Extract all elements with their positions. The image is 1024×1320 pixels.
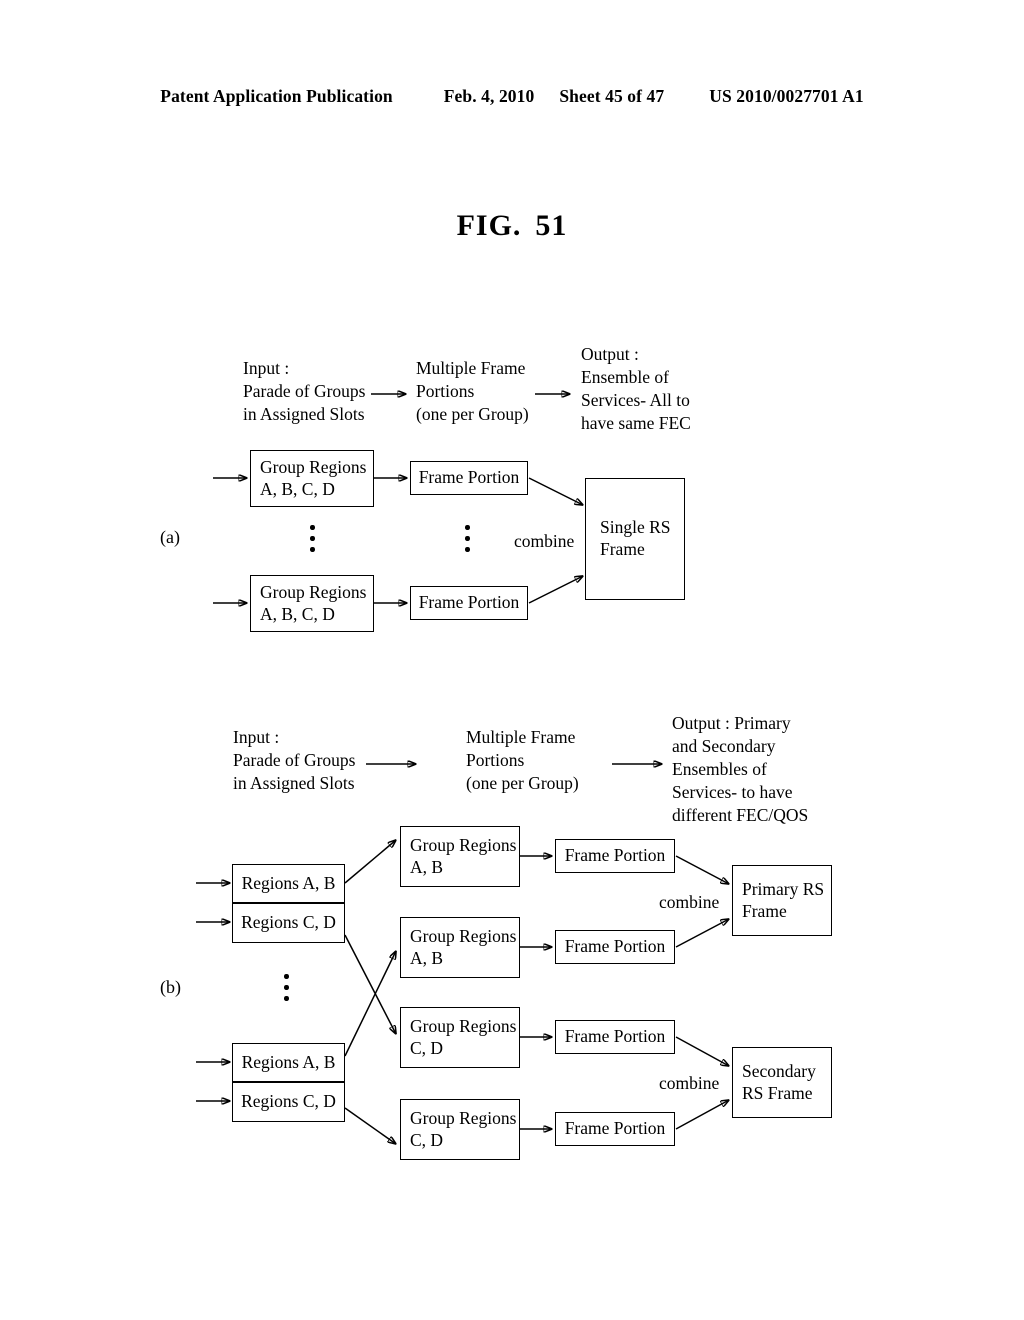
part-b-secondary-rs-frame-box: Secondary RS Frame [732,1047,832,1118]
part-b-combine-primary-label: combine [659,892,720,912]
header-date: Feb. 4, 2010 [443,86,535,106]
part-b-parade-bottom-lower-box: Regions C, D [232,1082,345,1122]
part-b-parade-top-lower-box: Regions C, D [232,903,345,943]
part-b-primary-rs-frame-box: Primary RS Frame [732,865,832,936]
part-a-group-regions-box-bottom: Group Regions A, B, C, D [250,575,374,632]
header-patent-number: US 2010/0027701 A1 [709,86,864,106]
part-a-input-caption: Input : Parade of Groups in Assigned Slo… [243,358,366,425]
part-b-frame-portion-box-4: Frame Portion [555,1112,675,1146]
header-sheet: Sheet 45 of 47 [559,86,665,106]
part-b-group-regions-box-4: Group Regions C, D [400,1099,520,1160]
part-a-frame-portion-box-top: Frame Portion [410,461,528,495]
page-header: Patent Application Publication Feb. 4, 2… [0,86,1024,107]
part-a-label: (a) [160,527,180,547]
part-a-combine-label: combine [514,531,575,551]
part-b-parade-bottom-upper-box: Regions A, B [232,1043,345,1082]
part-b-vertical-ellipsis [284,974,289,1001]
part-b-group-regions-box-3: Group Regions C, D [400,1007,520,1068]
part-a-frame-portion-box-bottom: Frame Portion [410,586,528,620]
figure-number: 51 [535,209,568,242]
part-a-output-caption: Output : Ensemble of Services- All to ha… [581,344,691,434]
part-b-middle-caption: Multiple Frame Portions (one per Group) [466,727,579,794]
figure-label: FIG. [456,209,522,242]
part-a-vertical-ellipsis-left [310,525,315,552]
part-b-input-caption: Input : Parade of Groups in Assigned Slo… [233,727,356,794]
part-b-group-regions-box-1: Group Regions A, B [400,826,520,887]
part-b-frame-portion-box-3: Frame Portion [555,1020,675,1054]
part-b-parade-top-upper-box: Regions A, B [232,864,345,903]
part-a-single-rs-frame-box: Single RS Frame [585,478,685,600]
part-b-group-regions-box-2: Group Regions A, B [400,917,520,978]
part-b-frame-portion-box-2: Frame Portion [555,930,675,964]
part-a-middle-caption: Multiple Frame Portions (one per Group) [416,358,529,425]
header-publication: Patent Application Publication [160,86,393,106]
part-b-combine-secondary-label: combine [659,1073,720,1093]
part-b-label: (b) [160,977,181,997]
part-a-vertical-ellipsis-middle [465,525,470,552]
figure-title: FIG. 51 [0,209,1024,243]
part-b-output-caption: Output : Primary and Secondary Ensembles… [672,713,809,826]
part-b-frame-portion-box-1: Frame Portion [555,839,675,873]
part-a-group-regions-box-top: Group Regions A, B, C, D [250,450,374,507]
